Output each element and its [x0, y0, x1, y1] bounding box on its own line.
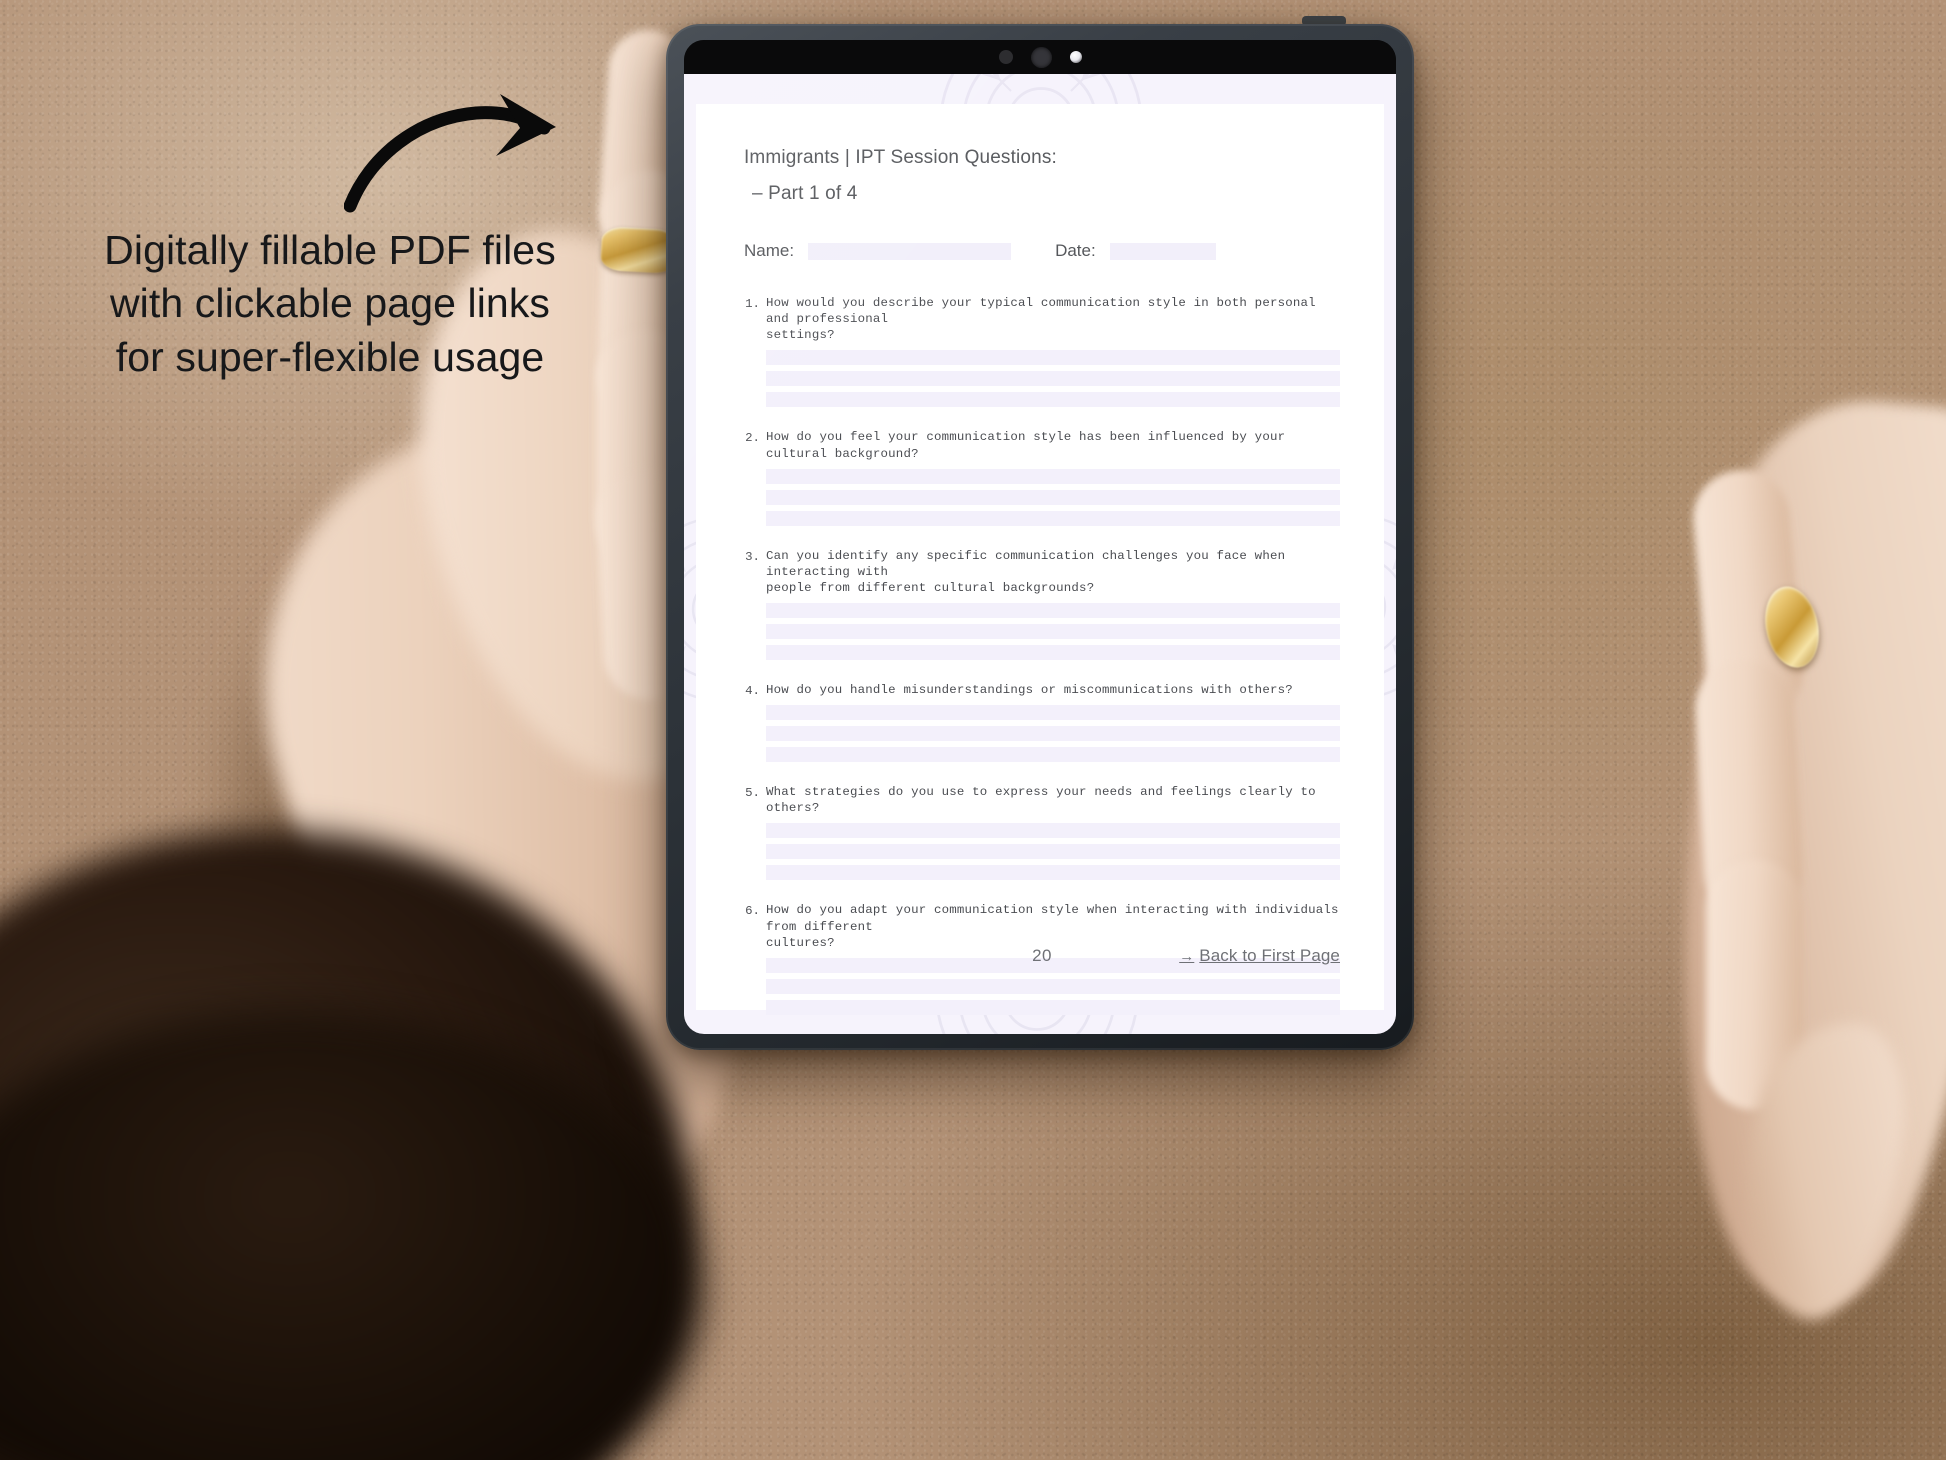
- date-label: Date:: [1055, 241, 1096, 260]
- question-text: What strategies do you use to express yo…: [766, 785, 1324, 816]
- document-subtitle: – Part 1 of 4: [752, 183, 858, 204]
- question-item: 1. How would you describe your typical co…: [744, 295, 1340, 413]
- question-list: 1. How would you describe your typical co…: [744, 295, 1340, 1021]
- question-text: How do you handle misunderstandings or m…: [766, 683, 1293, 697]
- answer-line-input[interactable]: [766, 468, 1340, 484]
- answer-line-input[interactable]: [766, 624, 1340, 639]
- question-text: How do you feel your communication style…: [766, 430, 1293, 461]
- question-text: Can you identify any specific communicat…: [766, 548, 1286, 595]
- sensor-led-icon: [1069, 51, 1082, 63]
- answer-lines: [766, 957, 1340, 1015]
- answer-lines: [766, 823, 1340, 881]
- answer-line-input[interactable]: [766, 645, 1340, 660]
- question-body: How would you describe your typical comm…: [766, 295, 1340, 413]
- answer-line-input[interactable]: [766, 392, 1340, 408]
- question-body: Can you identify any specific communicat…: [766, 548, 1340, 666]
- question-item: 4. How do you handle misunderstandings or…: [744, 682, 1340, 768]
- question-number: 3.: [745, 549, 760, 564]
- pdf-viewer[interactable]: Immigrants | IPT Session Questions: – Pa…: [684, 74, 1396, 1034]
- question-item: 5. What strategies do you use to express …: [744, 784, 1340, 886]
- pdf-footer: 20 → Back to First Page: [744, 946, 1340, 966]
- sensor-small-icon: [998, 50, 1013, 64]
- pdf-page-content: Immigrants | IPT Session Questions: – Pa…: [696, 104, 1384, 1015]
- answer-lines: [766, 350, 1340, 408]
- meta-fields-row: Name: Date:: [744, 241, 1340, 261]
- answer-line-input[interactable]: [766, 999, 1340, 1015]
- answer-line-input[interactable]: [766, 844, 1340, 860]
- date-input[interactable]: [1109, 242, 1216, 260]
- answer-line-input[interactable]: [766, 705, 1340, 721]
- tablet-sensor-array: [684, 40, 1396, 74]
- question-number: 1.: [745, 297, 760, 311]
- screen-inner: Immigrants | IPT Session Questions: – Pa…: [684, 40, 1396, 1034]
- answer-line-input[interactable]: [766, 371, 1340, 387]
- answer-line-input[interactable]: [766, 489, 1340, 505]
- back-to-first-page-label: Back to First Page: [1199, 946, 1340, 965]
- question-text: How would you describe your typical comm…: [766, 296, 1316, 343]
- back-to-first-page-link[interactable]: → Back to First Page: [1179, 946, 1340, 966]
- question-number: 2.: [745, 431, 760, 446]
- answer-line-input[interactable]: [766, 747, 1340, 763]
- answer-line-input[interactable]: [766, 510, 1340, 526]
- answer-line-input[interactable]: [766, 823, 1340, 839]
- answer-line-input[interactable]: [766, 978, 1340, 994]
- page-number: 20: [1032, 946, 1052, 965]
- answer-line-input[interactable]: [766, 603, 1340, 618]
- name-label: Name:: [744, 241, 795, 260]
- front-camera-icon: [1030, 46, 1052, 68]
- question-item: 3. Can you identify any specific communic…: [744, 548, 1340, 666]
- answer-lines: [766, 705, 1340, 763]
- tablet-screen: Immigrants | IPT Session Questions: – Pa…: [666, 24, 1414, 1050]
- question-text: How do you adapt your communication styl…: [766, 903, 1339, 950]
- question-item: 2. How do you feel your communication sty…: [744, 429, 1340, 531]
- question-body: How do you feel your communication style…: [766, 429, 1340, 531]
- question-body: What strategies do you use to express yo…: [766, 784, 1340, 886]
- document-title: Immigrants | IPT Session Questions:: [744, 147, 1057, 168]
- answer-lines: [766, 468, 1340, 526]
- marketing-line-3: for super-flexible usage: [115, 333, 545, 380]
- answer-line-input[interactable]: [766, 865, 1340, 881]
- question-body: How do you handle misunderstandings or m…: [766, 682, 1340, 768]
- answer-lines: [766, 603, 1340, 660]
- marketing-headline: Digitally fillable PDF files with clicka…: [52, 224, 608, 384]
- question-number: 4.: [745, 684, 760, 698]
- marketing-line-1: Digitally fillable PDF files: [104, 227, 556, 273]
- pdf-page: Immigrants | IPT Session Questions: – Pa…: [696, 104, 1384, 1015]
- arrow-right-icon: →: [1179, 948, 1195, 965]
- question-number: 5.: [745, 786, 760, 801]
- tablet-device: Immigrants | IPT Session Questions: – Pa…: [666, 24, 1414, 1050]
- name-input[interactable]: [808, 242, 1012, 260]
- answer-line-input[interactable]: [766, 350, 1340, 366]
- answer-line-input[interactable]: [766, 726, 1340, 742]
- curved-arrow-right-icon: [344, 94, 556, 213]
- marketing-line-2: with clickable page links: [109, 280, 551, 327]
